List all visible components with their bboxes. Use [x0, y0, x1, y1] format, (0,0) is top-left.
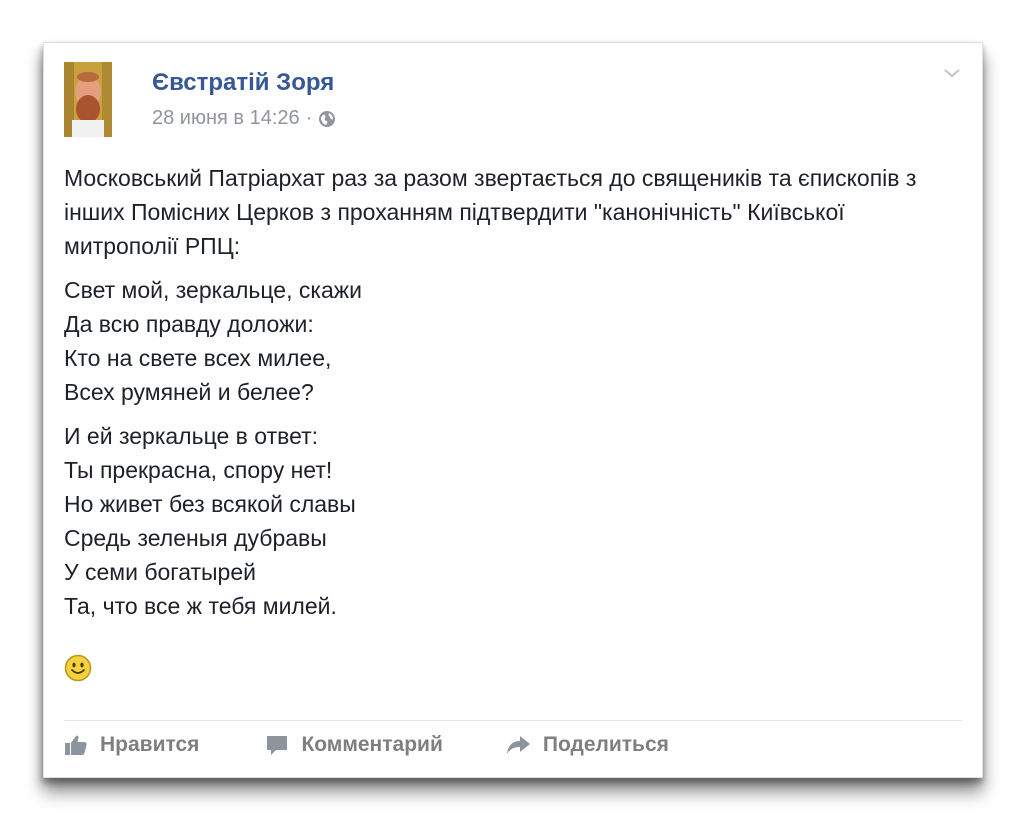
- post-body: Московський Патріархат раз за разом звер…: [64, 161, 964, 633]
- share-label: Поделиться: [542, 733, 669, 756]
- avatar[interactable]: [64, 62, 112, 137]
- post-meta: 28 июня в 14:26 ·: [152, 107, 336, 130]
- smiley-icon: [64, 654, 92, 682]
- globe-icon[interactable]: [318, 110, 336, 128]
- like-label: Нравится: [100, 733, 200, 756]
- comment-icon: [267, 736, 288, 755]
- post-paragraph: И ей зеркальце в ответ: Ты прекрасна, сп…: [64, 423, 356, 619]
- post-actions: Нравится Комментарий Поделиться: [64, 733, 669, 757]
- share-arrow-icon: [506, 736, 530, 754]
- share-button[interactable]: Поделиться: [505, 733, 669, 757]
- post-paragraph: Свет мой, зеркальце, скажи Да всю правду…: [64, 277, 362, 405]
- post-paragraph: Московський Патріархат раз за разом звер…: [64, 165, 917, 259]
- post-timestamp[interactable]: 28 июня в 14:26: [152, 107, 300, 130]
- author-name-link[interactable]: Євстратій Зоря: [152, 69, 334, 97]
- post-card: Євстратій Зоря 28 июня в 14:26 · Московс…: [43, 42, 983, 778]
- chevron-down-icon[interactable]: [942, 65, 962, 81]
- comment-label: Комментарий: [301, 733, 443, 756]
- comment-button[interactable]: Комментарий: [265, 733, 443, 757]
- like-button[interactable]: Нравится: [64, 733, 199, 757]
- thumbs-up-icon: [65, 735, 87, 755]
- actions-divider: [64, 720, 962, 721]
- meta-separator: ·: [305, 107, 313, 129]
